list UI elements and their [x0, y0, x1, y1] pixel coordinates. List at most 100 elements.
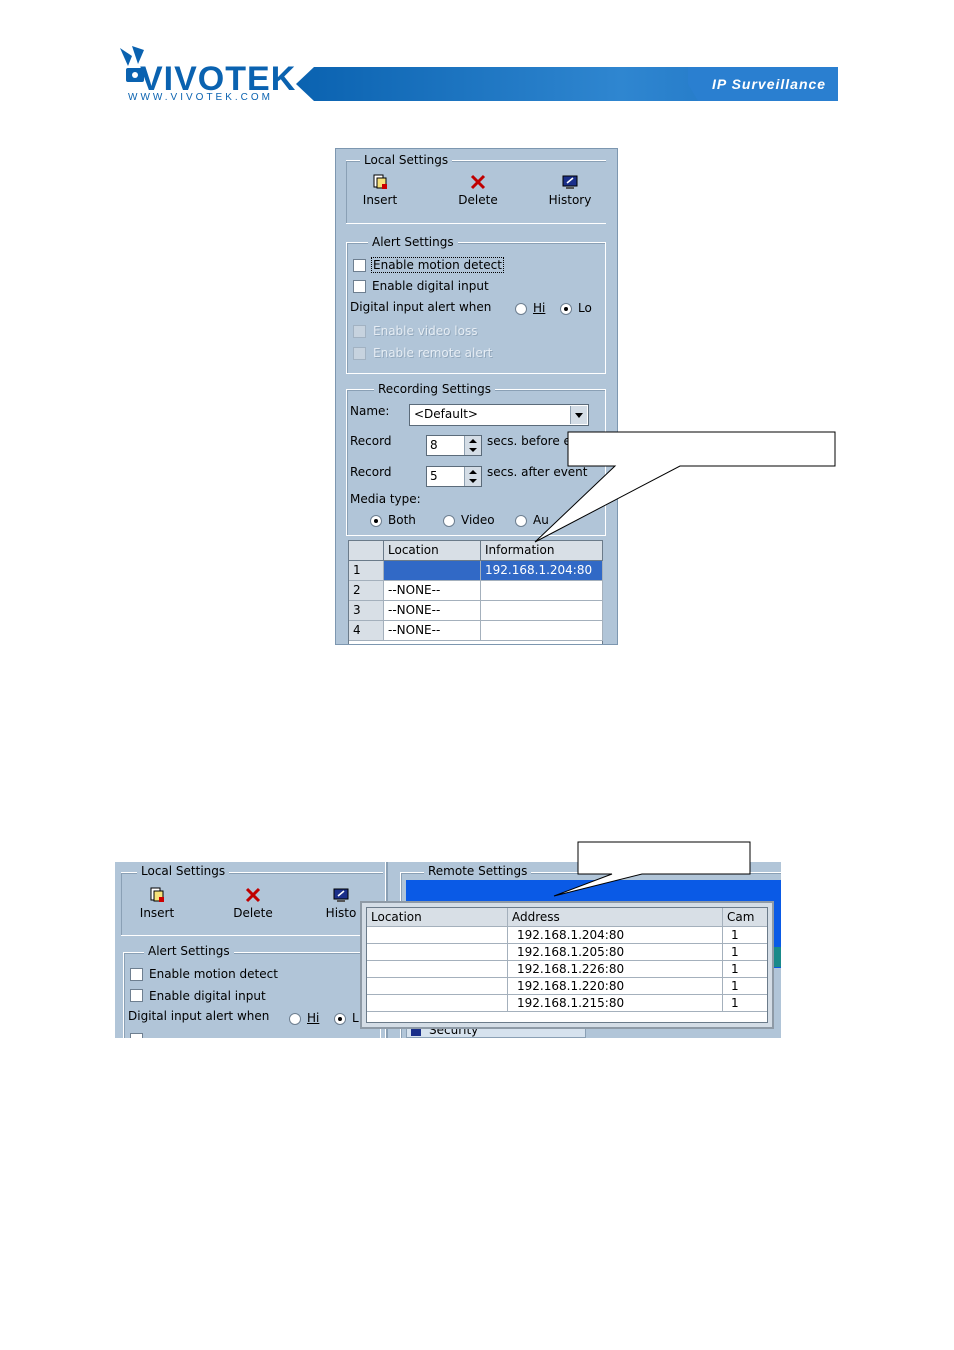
delete-label: Delete — [233, 906, 273, 920]
history-icon — [562, 175, 578, 189]
list-cell-address: 192.168.1.205:80 — [508, 944, 723, 961]
motion-detect-checkbox[interactable] — [130, 968, 143, 981]
table-cell-location[interactable] — [384, 561, 481, 581]
motion-detect-label[interactable]: Enable motion detect — [371, 257, 504, 273]
callout-bubble — [553, 841, 751, 897]
name-label: Name: — [350, 404, 390, 418]
local-settings-panel: Local Settings Insert Delete History Ale… — [335, 148, 618, 645]
delete-icon — [470, 174, 486, 190]
remote-settings-title: Remote Settings — [424, 864, 532, 878]
motion-detect-checkbox[interactable] — [353, 259, 366, 272]
row-number[interactable]: 2 — [349, 581, 384, 601]
media-type-label: Media type: — [350, 492, 421, 506]
column-header-location[interactable]: Location — [384, 541, 481, 561]
history-label: History — [548, 193, 592, 207]
digital-alert-when-label: Digital input alert when — [128, 1009, 270, 1023]
spinner-arrows-icon[interactable] — [464, 467, 481, 486]
list-cell-location — [367, 978, 508, 995]
table-corner — [349, 541, 384, 561]
delete-label: Delete — [458, 193, 498, 207]
brand-url: WWW.VIVOTEK.COM — [128, 92, 273, 103]
table-cell-information[interactable]: 192.168.1.204:80 — [481, 561, 603, 581]
remote-alert-label: Enable remote alert — [373, 346, 493, 360]
media-audio-radio[interactable] — [515, 515, 527, 527]
insert-button[interactable]: Insert — [127, 886, 187, 920]
record-before-stepper[interactable]: 8 — [426, 435, 482, 456]
hi-label[interactable]: Hi — [307, 1011, 319, 1025]
remote-host-list[interactable]: Location Address Cam 192.168.1.204:80 1 … — [366, 907, 768, 1023]
alert-settings-title: Alert Settings — [368, 235, 458, 249]
callout-bubble — [534, 431, 836, 543]
list-cell-cam: 1 — [723, 995, 767, 1012]
remote-host-list-popup[interactable]: Location Address Cam 192.168.1.204:80 1 … — [360, 901, 774, 1029]
table-cell-information[interactable] — [481, 581, 603, 601]
column-header-cam[interactable]: Cam — [723, 908, 767, 927]
local-settings-title: Local Settings — [360, 153, 453, 167]
insert-icon — [373, 174, 387, 189]
table-cell-location[interactable]: --NONE-- — [384, 621, 481, 641]
digital-input-label[interactable]: Enable digital input — [372, 279, 489, 293]
column-header-location[interactable]: Location — [367, 908, 508, 927]
list-cell-cam: 1 — [723, 961, 767, 978]
insert-icon — [150, 887, 164, 902]
lo-radio[interactable] — [334, 1013, 346, 1025]
hi-label[interactable]: Hi — [533, 301, 545, 315]
history-icon — [333, 888, 349, 902]
spinner-arrows-icon[interactable] — [464, 436, 481, 455]
local-settings-title: Local Settings — [137, 864, 230, 878]
row-number[interactable]: 3 — [349, 601, 384, 621]
digital-input-label[interactable]: Enable digital input — [149, 989, 266, 1003]
partial-checkbox[interactable] — [130, 1033, 143, 1038]
recording-settings-title: Recording Settings — [374, 382, 496, 396]
insert-label: Insert — [139, 906, 175, 920]
digital-alert-when-label: Digital input alert when — [350, 300, 492, 314]
row-number[interactable]: 1 — [349, 561, 384, 581]
list-cell-cam: 1 — [723, 927, 767, 944]
insert-label: Insert — [362, 193, 398, 207]
hi-radio[interactable] — [515, 303, 527, 315]
lo-label[interactable]: Lo — [578, 301, 592, 315]
remote-alert-checkbox — [353, 347, 366, 360]
digital-input-checkbox[interactable] — [130, 989, 143, 1002]
hi-radio[interactable] — [289, 1013, 301, 1025]
row-number[interactable]: 4 — [349, 621, 384, 641]
recording-name-value: <Default> — [414, 407, 478, 421]
list-cell-address: 192.168.1.220:80 — [508, 978, 723, 995]
record-before-label: Record — [350, 434, 392, 448]
video-loss-label: Enable video loss — [373, 324, 478, 338]
list-cell-location — [367, 961, 508, 978]
table-cell-location[interactable]: --NONE-- — [384, 601, 481, 621]
list-cell-address: 192.168.1.226:80 — [508, 961, 723, 978]
lo-radio[interactable] — [560, 303, 572, 315]
history-label: Histo — [325, 906, 357, 920]
list-row[interactable]: 192.168.1.204:80 1 192.168.1.205:80 1 19… — [367, 927, 767, 1022]
table-cell-information[interactable] — [481, 621, 603, 641]
insert-button[interactable]: Insert — [350, 173, 410, 207]
delete-button[interactable]: Delete — [223, 886, 283, 920]
delete-button[interactable]: Delete — [448, 173, 508, 207]
list-cell-location — [367, 944, 508, 961]
list-cell-address: 192.168.1.204:80 — [508, 927, 723, 944]
lo-label[interactable]: L — [352, 1011, 359, 1025]
record-after-label: Record — [350, 465, 392, 479]
recording-name-select[interactable]: <Default> — [409, 404, 589, 426]
record-after-value: 5 — [430, 469, 438, 483]
chevron-down-icon[interactable] — [570, 406, 587, 424]
media-both-label[interactable]: Both — [388, 513, 416, 527]
media-video-radio[interactable] — [443, 515, 455, 527]
digital-input-checkbox[interactable] — [353, 280, 366, 293]
alert-settings-title: Alert Settings — [144, 944, 234, 958]
delete-icon — [245, 887, 261, 903]
list-cell-location — [367, 927, 508, 944]
record-after-stepper[interactable]: 5 — [426, 466, 482, 487]
motion-detect-label[interactable]: Enable motion detect — [149, 967, 278, 981]
media-video-label[interactable]: Video — [461, 513, 495, 527]
history-button[interactable]: History — [540, 173, 600, 207]
table-cell-location[interactable]: --NONE-- — [384, 581, 481, 601]
column-header-address[interactable]: Address — [508, 908, 723, 927]
media-both-radio[interactable] — [370, 515, 382, 527]
table-cell-information[interactable] — [481, 601, 603, 621]
list-cell-cam: 1 — [723, 978, 767, 995]
list-cell-cam: 1 — [723, 944, 767, 961]
camera-location-table: Location Information 1 192.168.1.204:80 … — [348, 540, 603, 644]
